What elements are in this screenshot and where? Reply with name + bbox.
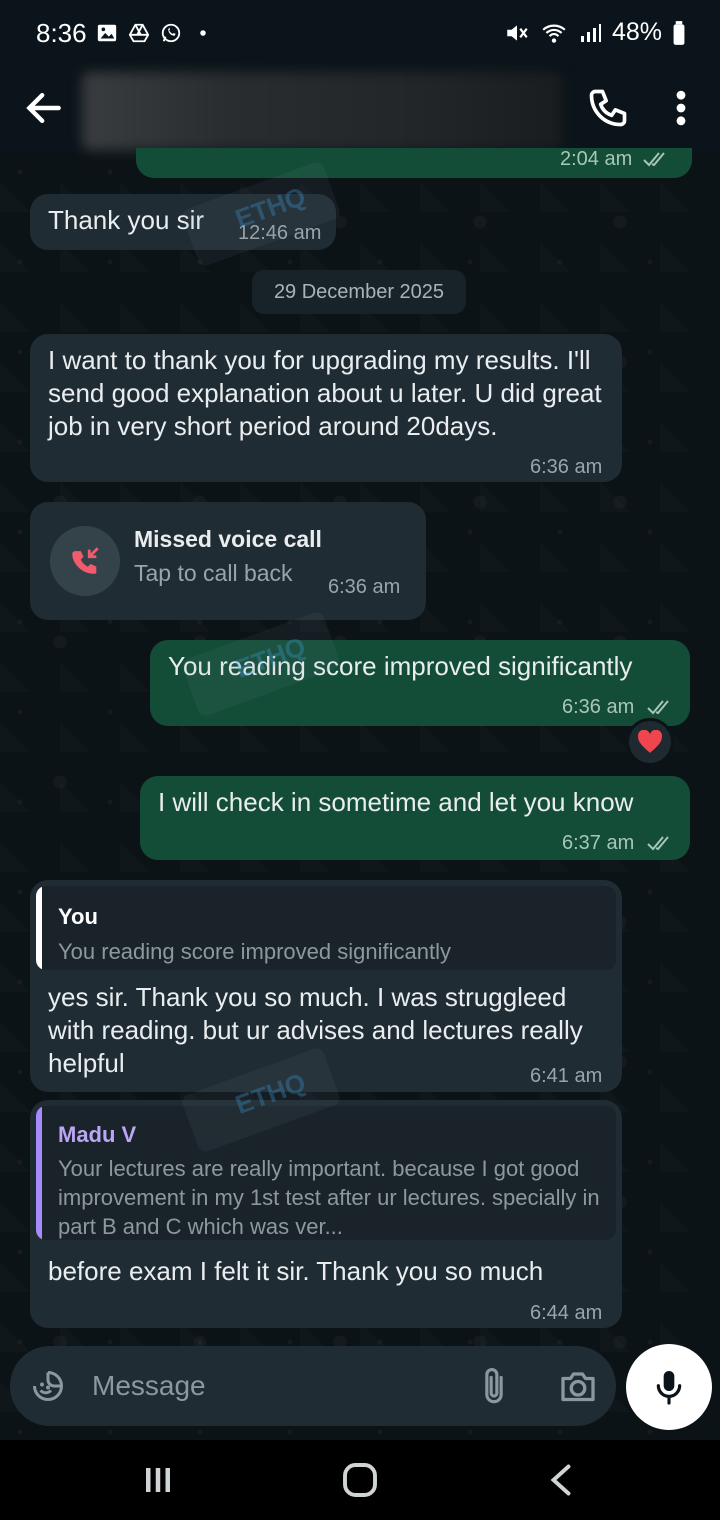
message-time: 6:36 am [328,576,401,598]
quote-text: You reading score improved significantly [58,939,451,964]
read-ticks-icon [647,700,669,715]
contact-info-blurred[interactable] [82,72,562,150]
mute-icon [507,24,528,41]
gallery-icon [97,24,117,42]
chat-header [0,66,720,154]
system-indicators: 48% [504,18,686,47]
microphone-icon [656,1371,682,1405]
watermark-text: ETHQ [231,1066,310,1120]
message-text: before exam I felt it sir. Thank you so … [48,1256,544,1286]
missed-call-subtitle: Tap to call back [134,560,293,586]
more-options-icon[interactable] [666,86,696,130]
message-composer [10,1346,616,1426]
outgoing-message[interactable]: I will check in sometime and let you kno… [140,776,690,860]
quote-author: You [58,904,98,929]
missed-call-message[interactable]: Missed voice call Tap to call back 6:36 … [30,502,426,620]
voice-call-icon[interactable] [586,86,630,130]
attach-icon[interactable] [476,1366,512,1406]
message-time: 6:36 am [562,696,635,718]
message-text: Thank you sir [48,205,205,235]
incoming-reply-message[interactable]: Madu V Your lectures are really importan… [30,1100,622,1328]
back-arrow-icon[interactable] [22,86,66,130]
watermark-text: ETHQ [231,630,310,684]
heart-icon [637,730,663,753]
message-text: I will check in sometime and let you kno… [158,787,634,817]
whatsapp-icon [161,23,181,43]
drive-icon [128,23,150,43]
read-ticks-icon [647,836,669,851]
battery-percent: 48% [611,18,662,46]
quoted-message[interactable]: You You reading score improved significa… [36,886,616,970]
wifi-icon [542,24,566,43]
quote-text: Your lectures are really important. beca… [58,1156,600,1239]
message-time: 6:37 am [562,832,635,854]
date-separator: 29 December 2025 [252,270,466,314]
notification-icons [96,22,214,44]
date-label: 29 December 2025 [273,281,445,303]
incoming-message[interactable]: I want to thank you for upgrading my res… [30,334,622,482]
home-icon[interactable] [340,1462,380,1498]
quote-accent-bar [36,886,42,970]
quote-accent-bar [36,1106,42,1240]
sticker-emoji-icon[interactable] [30,1368,66,1404]
signal-icon [580,23,601,42]
back-icon[interactable] [546,1462,576,1498]
missed-call-title: Missed voice call [134,526,322,552]
message-time: 2:04 am [560,148,633,170]
message-time: 6:44 am [530,1302,603,1324]
missed-call-icon [72,547,99,574]
quote-author: Madu V [58,1122,137,1147]
message-input[interactable] [92,1366,452,1406]
read-ticks-icon [643,152,665,167]
system-navigation-bar [0,1440,720,1520]
dot-icon [200,30,206,36]
heart-reaction[interactable] [626,718,674,766]
message-text: I want to thank you for upgrading my res… [48,345,602,441]
quoted-message[interactable]: Madu V Your lectures are really importan… [36,1106,616,1240]
battery-icon [673,20,685,45]
message-time: 6:36 am [530,456,603,478]
voice-message-button[interactable] [626,1344,712,1430]
watermark-text: ETHQ [231,180,310,234]
recents-icon[interactable] [140,1462,176,1498]
message-time: 6:41 am [530,1065,603,1087]
status-bar: 8:36 48% [0,0,720,66]
status-time: 8:36 [36,18,87,48]
missed-call-icon-wrap [50,526,120,596]
camera-icon[interactable] [558,1368,598,1404]
